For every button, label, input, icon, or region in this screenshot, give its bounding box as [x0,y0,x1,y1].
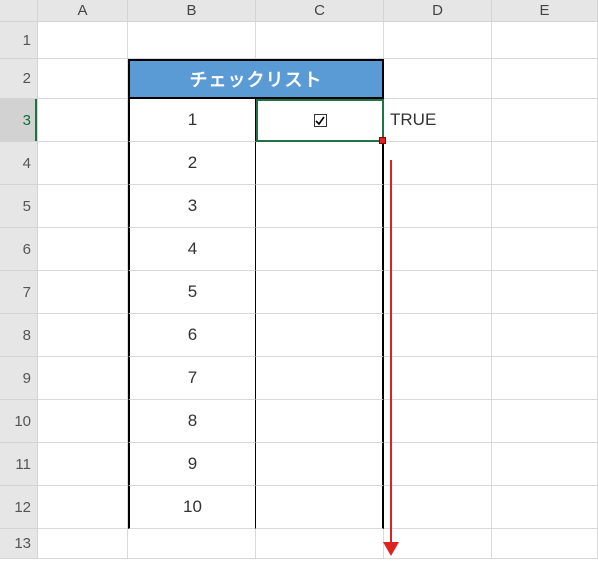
cell-E13[interactable] [492,529,598,559]
cell-C11[interactable] [256,443,384,486]
row-header-13[interactable]: 13 [0,529,38,559]
cell-C5[interactable] [256,185,384,228]
checklist-number-10[interactable]: 10 [128,486,256,529]
select-all-corner[interactable] [0,0,38,22]
checklist-number-6[interactable]: 6 [128,314,256,357]
cell-C7[interactable] [256,271,384,314]
cell-A2[interactable] [38,59,128,99]
cell-D6[interactable] [384,228,492,271]
cell-E4[interactable] [492,142,598,185]
fill-drag-arrowhead [383,542,399,556]
checkbox-row-1[interactable] [314,114,327,127]
cell-E1[interactable] [492,22,598,59]
checklist-number-4[interactable]: 4 [128,228,256,271]
fill-handle[interactable] [379,137,386,144]
row-header-7[interactable]: 7 [0,271,38,314]
cell-A10[interactable] [38,400,128,443]
cell-E9[interactable] [492,357,598,400]
checklist-number-3[interactable]: 3 [128,185,256,228]
cell-D3-linked-value[interactable]: TRUE [384,99,492,142]
cell-C13[interactable] [256,529,384,559]
checklist-number-9[interactable]: 9 [128,443,256,486]
row-header-9[interactable]: 9 [0,357,38,400]
cell-E7[interactable] [492,271,598,314]
cell-B1[interactable] [128,22,256,59]
cell-C9[interactable] [256,357,384,400]
cell-A5[interactable] [38,185,128,228]
cell-D5[interactable] [384,185,492,228]
row-header-10[interactable]: 10 [0,400,38,443]
column-header-D[interactable]: D [384,0,492,22]
cell-C12[interactable] [256,486,384,529]
cell-D11[interactable] [384,443,492,486]
cell-D9[interactable] [384,357,492,400]
fill-drag-arrow [390,160,392,546]
cell-E6[interactable] [492,228,598,271]
cell-D4[interactable] [384,142,492,185]
checklist-header: チェックリスト [128,59,384,99]
row-header-5[interactable]: 5 [0,185,38,228]
cell-A13[interactable] [38,529,128,559]
column-header-E[interactable]: E [492,0,598,22]
cell-D7[interactable] [384,271,492,314]
cell-A12[interactable] [38,486,128,529]
cell-E12[interactable] [492,486,598,529]
cell-B13[interactable] [128,529,256,559]
checklist-number-8[interactable]: 8 [128,400,256,443]
cell-C4[interactable] [256,142,384,185]
row-header-11[interactable]: 11 [0,443,38,486]
cell-D8[interactable] [384,314,492,357]
cell-E11[interactable] [492,443,598,486]
cell-C8[interactable] [256,314,384,357]
row-header-4[interactable]: 4 [0,142,38,185]
cell-D2[interactable] [384,59,492,99]
cell-A4[interactable] [38,142,128,185]
row-header-6[interactable]: 6 [0,228,38,271]
checklist-number-2[interactable]: 2 [128,142,256,185]
cell-A7[interactable] [38,271,128,314]
cell-D13[interactable] [384,529,492,559]
cell-E2[interactable] [492,59,598,99]
cell-C6[interactable] [256,228,384,271]
cell-D12[interactable] [384,486,492,529]
column-header-B[interactable]: B [128,0,256,22]
cell-E10[interactable] [492,400,598,443]
cell-A3[interactable] [38,99,128,142]
cell-C1[interactable] [256,22,384,59]
row-header-1[interactable]: 1 [0,22,38,59]
cell-A11[interactable] [38,443,128,486]
cell-A1[interactable] [38,22,128,59]
cell-D10[interactable] [384,400,492,443]
checklist-number-5[interactable]: 5 [128,271,256,314]
checklist-number-7[interactable]: 7 [128,357,256,400]
cell-C3[interactable] [256,99,384,142]
column-header-C[interactable]: C [256,0,384,22]
cell-A6[interactable] [38,228,128,271]
cell-D1[interactable] [384,22,492,59]
row-header-3[interactable]: 3 [0,99,38,142]
column-header-A[interactable]: A [38,0,128,22]
cell-E5[interactable] [492,185,598,228]
cell-E3[interactable] [492,99,598,142]
cell-E8[interactable] [492,314,598,357]
row-header-2[interactable]: 2 [0,59,38,99]
cell-C10[interactable] [256,400,384,443]
cell-A8[interactable] [38,314,128,357]
cell-A9[interactable] [38,357,128,400]
checklist-number-1[interactable]: 1 [128,99,256,142]
row-header-12[interactable]: 12 [0,486,38,529]
row-header-8[interactable]: 8 [0,314,38,357]
